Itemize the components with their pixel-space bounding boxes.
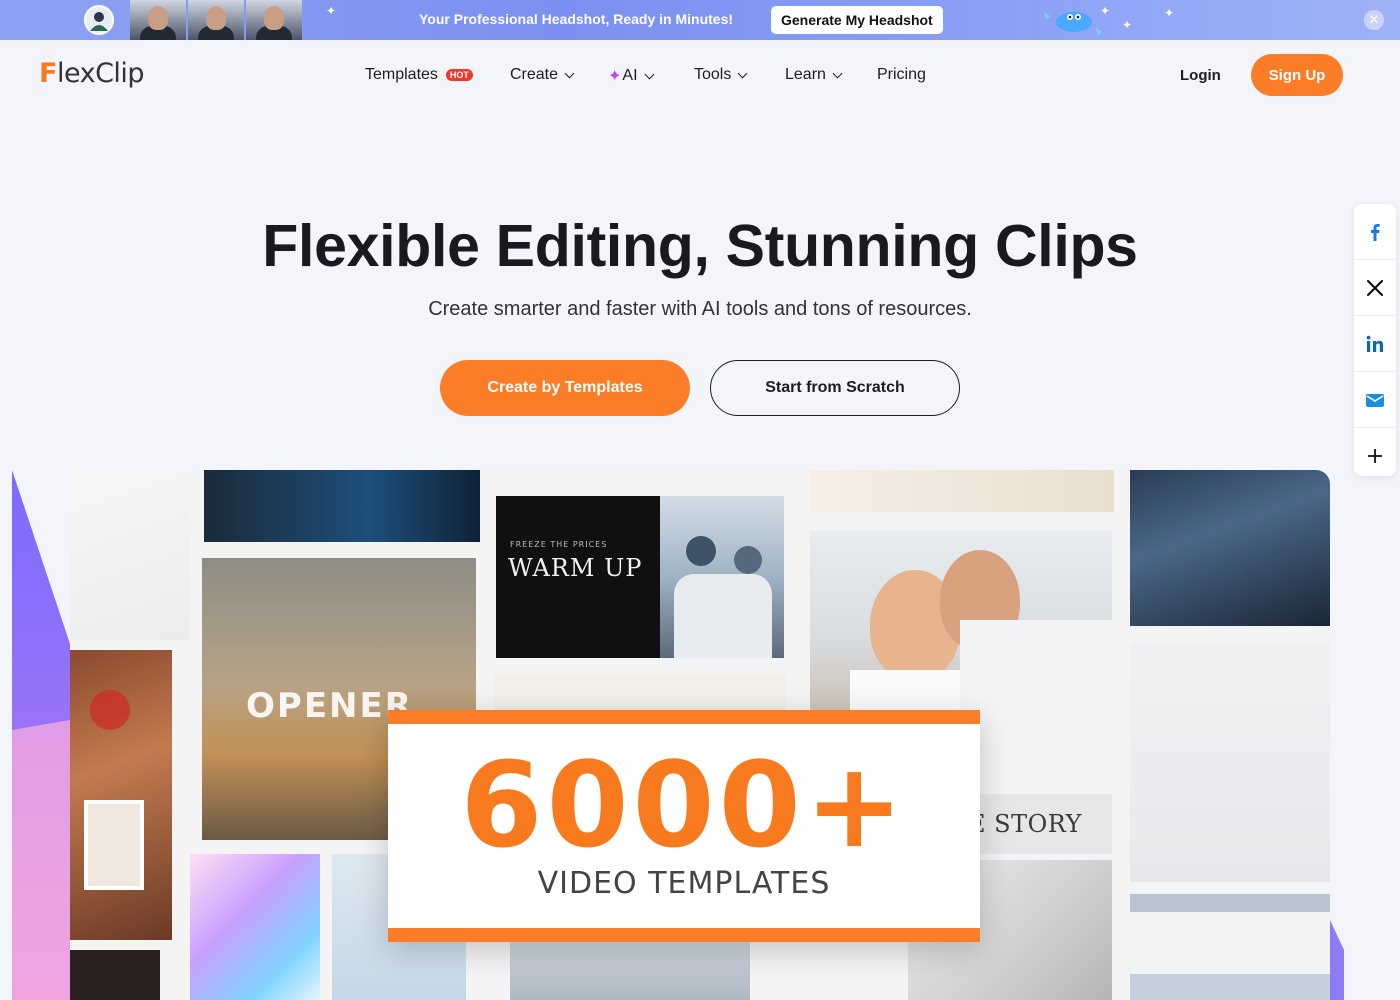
generate-headshot-button[interactable]: Generate My Headshot xyxy=(771,6,943,34)
create-by-templates-button[interactable]: Create by Templates xyxy=(440,360,690,416)
plus-icon xyxy=(1368,449,1382,463)
share-email-button[interactable] xyxy=(1354,372,1396,428)
nav-item-label: Create xyxy=(510,66,559,83)
nav-item-label: Templates xyxy=(365,66,438,83)
template-thumbnail[interactable] xyxy=(510,940,750,1000)
sparkle-icon: ✦ xyxy=(1122,18,1133,32)
template-thumbnail[interactable] xyxy=(494,674,786,714)
nav-item-label: Pricing xyxy=(877,66,926,83)
nav-item-create[interactable]: Create xyxy=(510,66,575,84)
headshot-photo xyxy=(246,0,302,40)
nav-item-ai[interactable]: ✦ AI xyxy=(608,66,654,86)
template-thumbnail[interactable] xyxy=(70,950,160,1000)
chevron-down-icon xyxy=(564,68,575,78)
linkedin-icon xyxy=(1366,335,1383,352)
template-thumbnail[interactable] xyxy=(1130,642,1330,882)
close-icon[interactable]: ✕ xyxy=(1364,10,1384,30)
warmup-caption: FREEZE THE PRICES xyxy=(510,540,608,549)
nav-item-label: AI xyxy=(622,67,638,84)
template-thumbnail[interactable] xyxy=(1130,974,1330,1000)
chevron-down-icon xyxy=(832,68,843,78)
share-linkedin-button[interactable] xyxy=(1354,316,1396,372)
logo[interactable]: FlexClip xyxy=(39,58,145,89)
hot-badge: HOT xyxy=(445,69,473,81)
nav-item-tools[interactable]: Tools xyxy=(694,66,748,84)
mascot-icon xyxy=(1044,12,1102,36)
share-facebook-button[interactable] xyxy=(1354,204,1396,260)
sparkle-icon: ✦ xyxy=(1164,6,1175,20)
nav-item-templates[interactable]: Templates HOT xyxy=(365,66,473,84)
warmup-label: WARM UP xyxy=(508,554,643,582)
promo-banner: ✦ Your Professional Headshot, Ready in M… xyxy=(0,0,1400,40)
promo-text: Your Professional Headshot, Ready in Min… xyxy=(419,11,734,27)
start-from-scratch-button[interactable]: Start from Scratch xyxy=(710,360,960,416)
chevron-down-icon xyxy=(737,68,748,78)
template-thumbnail[interactable]: FREEZE THE PRICES WARM UP xyxy=(496,496,660,658)
headshot-examples xyxy=(84,0,304,40)
template-thumbnail[interactable] xyxy=(660,496,784,658)
email-icon xyxy=(1366,393,1384,407)
chevron-down-icon xyxy=(644,69,654,79)
share-rail xyxy=(1354,204,1396,476)
template-thumbnail[interactable] xyxy=(190,854,320,1000)
template-count: 6000+ xyxy=(460,736,908,874)
avatar xyxy=(84,5,114,35)
x-icon xyxy=(1366,279,1384,296)
nav-item-pricing[interactable]: Pricing xyxy=(877,66,926,84)
nav-item-label: Learn xyxy=(785,66,826,83)
sparkle-icon: ✦ xyxy=(1100,4,1111,18)
nav-item-label: Tools xyxy=(694,66,732,83)
template-thumbnail[interactable] xyxy=(70,650,172,940)
template-thumbnail[interactable] xyxy=(810,470,1114,512)
template-thumbnail[interactable] xyxy=(70,470,190,640)
ai-sparkle-icon: ✦ xyxy=(608,68,622,85)
hero-subtitle: Create smarter and faster with AI tools … xyxy=(428,298,972,320)
template-count-badge: 6000+ VIDEO TEMPLATES xyxy=(388,710,980,942)
facebook-icon xyxy=(1371,223,1380,241)
share-x-button[interactable] xyxy=(1354,260,1396,316)
template-count-caption: VIDEO TEMPLATES xyxy=(537,866,831,901)
hero-title: Flexible Editing, Stunning Clips xyxy=(262,213,1138,279)
headshot-photo xyxy=(188,0,244,40)
template-thumbnail[interactable] xyxy=(1130,470,1330,626)
main-nav: FlexClip Templates HOT Create ✦ AI Tools… xyxy=(0,40,1400,110)
template-thumbnail[interactable] xyxy=(204,470,480,542)
headshot-photo xyxy=(130,0,186,40)
nav-item-learn[interactable]: Learn xyxy=(785,66,843,84)
signup-button[interactable]: Sign Up xyxy=(1251,54,1343,96)
share-more-button[interactable] xyxy=(1354,428,1396,484)
sparkle-icon: ✦ xyxy=(326,4,337,18)
template-thumbnail[interactable] xyxy=(1130,894,1330,912)
login-link[interactable]: Login xyxy=(1180,67,1221,84)
template-showcase: OPENER FREEZE THE PRICES WARM UP LOVE ST… xyxy=(70,470,1330,1000)
